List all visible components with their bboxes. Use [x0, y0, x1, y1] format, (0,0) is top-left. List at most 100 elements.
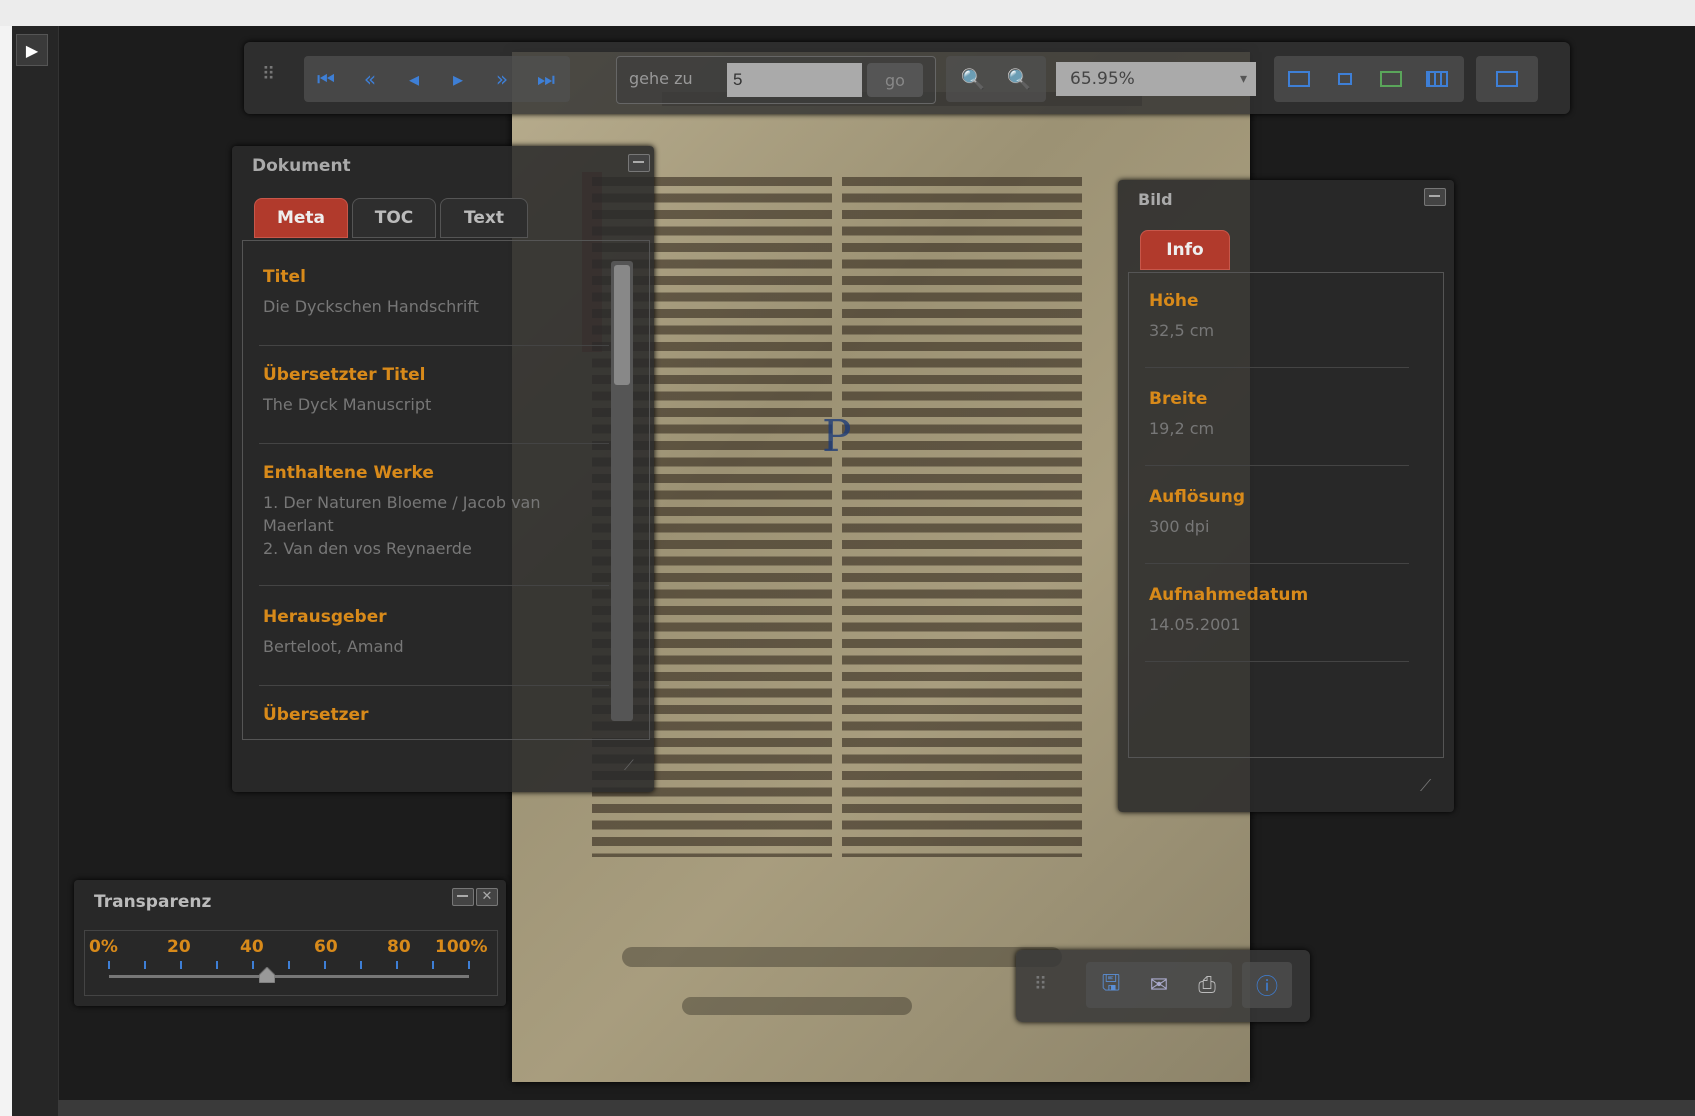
slider-track[interactable]: [109, 975, 469, 978]
field-value: The Dyck Manuscript: [263, 395, 432, 414]
tick-label: 40: [240, 937, 264, 957]
field-divider: [259, 685, 609, 686]
zoom-select[interactable]: 65.95% ▾: [1056, 56, 1262, 102]
tab-meta[interactable]: Meta: [254, 198, 348, 238]
zoom-value[interactable]: 65.95%: [1056, 62, 1256, 96]
manuscript-text-column-right: [842, 177, 1082, 857]
tab-text[interactable]: Text: [440, 198, 528, 238]
fast-back-icon: «: [363, 67, 377, 91]
window-mode-button[interactable]: [1484, 56, 1530, 102]
last-page-button[interactable]: ⏭: [524, 56, 568, 102]
slider-tick: [432, 961, 434, 969]
manuscript-initial-p: P: [822, 411, 852, 462]
field-value: 32,5 cm: [1149, 321, 1215, 340]
slider-tick: [252, 961, 254, 969]
first-page-icon: ⏮: [317, 67, 335, 91]
slider-tick: [468, 961, 470, 969]
fit-page-button[interactable]: [1276, 56, 1322, 102]
meta-field-uebersetzer: Übersetzer: [263, 705, 563, 725]
field-label: Aufnahmedatum: [1149, 585, 1309, 605]
goto-label: gehe zu: [629, 69, 693, 88]
page-navigation-group: ⏮ « ◂ ▸ » ⏭: [304, 56, 570, 102]
bottom-status-bar: [58, 1100, 1695, 1116]
field-divider: [259, 585, 609, 586]
minimize-icon[interactable]: [452, 888, 474, 906]
top-window-bar: [0, 0, 1695, 26]
transparency-slider[interactable]: 0% 20 40 60 80 100%: [84, 930, 498, 996]
transparenz-panel: Transparenz ✕ 0% 20 40 60 80 100%: [74, 880, 506, 1006]
zoom-out-icon: 🔍: [960, 67, 986, 91]
minimize-icon[interactable]: [1424, 188, 1446, 206]
next-page-button[interactable]: ▸: [436, 56, 480, 102]
info-field-breite: Breite 19,2 cm: [1149, 389, 1443, 440]
go-button[interactable]: go: [867, 63, 923, 97]
field-label: Übersetzer: [263, 705, 369, 725]
fast-forward-icon: »: [495, 67, 509, 91]
last-page-icon: ⏭: [537, 67, 555, 91]
meta-tab-content: Titel Die Dyckschen Handschrift Übersetz…: [242, 240, 650, 740]
fit-width-button[interactable]: [1322, 56, 1368, 102]
resize-grip-icon[interactable]: ⟋: [624, 758, 634, 774]
view-mode-group: [1274, 56, 1464, 102]
info-field-aufloesung: Auflösung 300 dpi: [1149, 487, 1443, 538]
close-icon[interactable]: ✕: [476, 888, 498, 906]
transparenz-panel-title: Transparenz: [94, 892, 212, 912]
mail-button[interactable]: ✉: [1136, 962, 1182, 1008]
toolbar-grip-icon[interactable]: ⠿: [1034, 974, 1047, 995]
field-divider: [1145, 367, 1409, 368]
zoom-buttons-group: 🔍 🔍: [946, 56, 1046, 102]
resize-grip-icon[interactable]: ⟋: [1420, 776, 1431, 796]
play-icon: ▶: [25, 40, 39, 60]
print-button[interactable]: ⎙: [1184, 962, 1230, 1008]
save-button[interactable]: 🖫: [1088, 962, 1134, 1008]
expand-sidebar-button[interactable]: ▶: [16, 34, 48, 66]
first-page-button[interactable]: ⏮: [304, 56, 348, 102]
toolbar-grip-icon[interactable]: ⠿: [262, 64, 275, 85]
zoom-out-button[interactable]: 🔍: [950, 56, 996, 102]
add-view-icon: [1380, 71, 1402, 87]
add-view-button[interactable]: [1368, 56, 1414, 102]
tick-label: 100%: [435, 937, 488, 957]
slider-tick: [144, 961, 146, 969]
field-value: 14.05.2001: [1149, 615, 1241, 634]
prev-page-button[interactable]: ◂: [392, 56, 436, 102]
fast-back-button[interactable]: «: [348, 56, 392, 102]
field-value: 300 dpi: [1149, 517, 1210, 536]
field-value: Die Dyckschen Handschrift: [263, 297, 479, 316]
field-label: Auflösung: [1149, 487, 1246, 507]
left-window-strip: [0, 26, 12, 1116]
fit-page-icon: [1288, 71, 1310, 87]
window-mode-group: [1476, 56, 1538, 102]
meta-scrollbar[interactable]: [611, 261, 633, 721]
field-value: 19,2 cm: [1149, 419, 1215, 438]
field-divider: [259, 345, 609, 346]
tab-toc[interactable]: TOC: [352, 198, 436, 238]
scrollbar-thumb[interactable]: [614, 265, 630, 385]
field-label: Breite: [1149, 389, 1208, 409]
tab-info[interactable]: Info: [1140, 230, 1230, 270]
info-button[interactable]: ⓘ: [1244, 962, 1290, 1008]
manuscript-signature-line-1: [622, 947, 1062, 967]
dokument-tabs: Meta TOC Text: [254, 198, 614, 240]
zoom-in-button[interactable]: 🔍: [996, 56, 1042, 102]
fast-forward-button[interactable]: »: [480, 56, 524, 102]
grid-view-button[interactable]: [1414, 56, 1460, 102]
info-tab-content: Höhe 32,5 cm Breite 19,2 cm Auflösung 30…: [1128, 272, 1444, 758]
field-label: Herausgeber: [263, 607, 387, 627]
tick-label: 60: [314, 937, 338, 957]
slider-thumb[interactable]: [259, 967, 276, 983]
top-toolbar: ⠿ ⏮ « ◂ ▸ » ⏭ gehe zu go 🔍 🔍 65.95% ▾: [244, 42, 1570, 114]
bild-panel-title: Bild: [1138, 190, 1173, 209]
slider-tick: [180, 961, 182, 969]
field-label: Übersetzter Titel: [263, 365, 426, 385]
slider-tick: [396, 961, 398, 969]
goto-page-input[interactable]: [727, 63, 862, 97]
print-icon: ⎙: [1198, 972, 1216, 998]
chevron-down-icon[interactable]: ▾: [1231, 62, 1256, 96]
field-label: Enthaltene Werke: [263, 463, 434, 483]
bottom-toolbar: ⠿ 🖫 ✉ ⎙ ⓘ: [1016, 950, 1310, 1022]
zoom-in-icon: 🔍: [1006, 67, 1032, 91]
tick-label: 20: [167, 937, 191, 957]
minimize-icon[interactable]: [628, 154, 650, 172]
meta-field-herausgeber: Herausgeber Berteloot, Amand: [263, 607, 563, 658]
